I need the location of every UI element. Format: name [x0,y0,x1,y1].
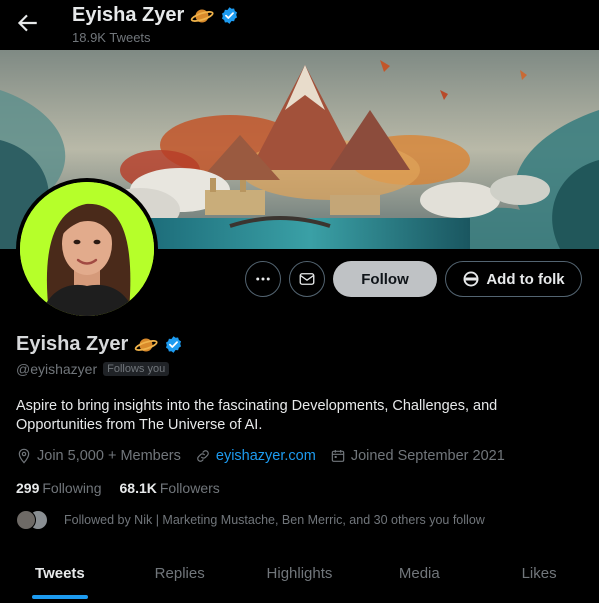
following-stat[interactable]: 299 Following [16,480,102,496]
back-button[interactable] [14,10,40,36]
following-count: 299 [16,480,40,496]
avatar-photo [20,182,154,316]
followers-you-know-avatars [16,509,50,531]
planet-emoji-icon [135,338,158,351]
followers-stat[interactable]: 68.1K Followers [120,480,220,496]
follow-button[interactable]: Follow [333,261,437,297]
planet-emoji-icon [191,9,214,22]
link-icon [197,450,209,462]
tab-label: Tweets [35,565,85,582]
tab-label: Likes [521,565,557,582]
tab-label: Highlights [266,565,333,582]
profile-header: Eyisha Zyer 18.9K Tweets [0,0,599,50]
profile-display-name: Eyisha Zyer [16,333,129,355]
website-link[interactable]: eyishazyer.com [216,448,316,464]
location-pin-icon [18,448,30,464]
message-button[interactable] [289,261,325,297]
tab-label: Replies [154,565,205,582]
mutual-avatar [16,510,36,530]
profile-name: Eyisha Zyer [16,333,183,356]
calendar-icon [331,450,345,462]
handle-row: @eyishazyer Follows you [16,361,170,377]
profile-handle: @eyishazyer [16,361,98,377]
envelope-icon [299,273,315,285]
following-label: Following [42,480,102,496]
header-name: Eyisha Zyer [72,4,185,26]
location-item: Join 5,000 + Members [16,448,181,464]
more-dots-icon [256,277,270,281]
followers-label: Followers [159,480,220,496]
location-text: Join 5,000 + Members [37,448,181,464]
verified-icon [222,7,238,24]
add-to-folk-label: Add to folk [486,270,565,288]
followed-by-row[interactable]: Followed by Nik | Marketing Mustache, Be… [16,509,485,531]
tab-tweets[interactable]: Tweets [0,554,120,603]
header-title: Eyisha Zyer [72,4,239,27]
followed-by-text: Followed by Nik | Marketing Mustache, Be… [64,513,485,527]
verified-icon[interactable] [164,335,183,354]
tab-media[interactable]: Media [359,554,479,603]
tab-label: Media [398,565,440,582]
active-tab-indicator [31,595,88,599]
joined-item: Joined September 2021 [330,448,505,464]
arrow-left-icon [17,14,37,32]
profile-bio: Aspire to bring insights into the fascin… [16,398,498,433]
more-button[interactable] [245,261,281,297]
folk-icon [463,271,479,287]
profile-avatar[interactable] [16,178,158,320]
tab-likes[interactable]: Likes [479,554,599,603]
followers-count: 68.1K [119,480,157,496]
follows-you-badge: Follows you [103,362,170,376]
website-item[interactable]: eyishazyer.com [195,448,316,464]
profile-tabs: Tweets Replies Highlights Media Likes [0,554,599,603]
tab-highlights[interactable]: Highlights [240,554,360,603]
follow-stats: 299 Following 68.1K Followers [16,480,220,496]
add-to-folk-button[interactable]: Add to folk [445,261,582,297]
joined-text: Joined September 2021 [350,448,505,464]
tab-replies[interactable]: Replies [120,554,240,603]
tweet-count: 18.9K Tweets [72,30,151,45]
profile-meta: Join 5,000 + Members eyishazyer.com Join… [16,448,519,464]
